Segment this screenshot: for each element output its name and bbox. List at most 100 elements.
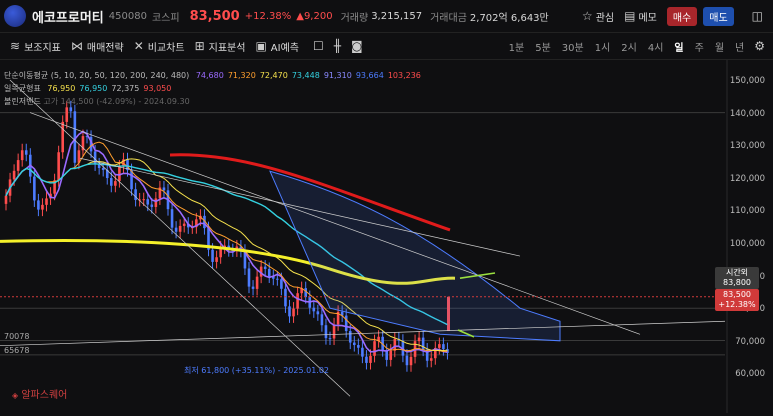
brand-name: 알파스퀘어 xyxy=(21,390,68,401)
candlestick-icon: ╫ xyxy=(333,39,341,53)
ma-value-2: 72,470 xyxy=(259,71,288,80)
gear-icon: ⚙ xyxy=(754,39,765,53)
sell-button[interactable]: 매도 xyxy=(703,6,734,26)
strategy-button[interactable]: ⋈ 매매전략 xyxy=(71,39,124,54)
level-line-2-label: 65678 xyxy=(4,346,30,355)
period-tab-3[interactable]: 1시 xyxy=(595,39,611,54)
bollinger-legend[interactable]: 볼린저밴드 고가 144,500 (-42.09%) - 2024.09.30 xyxy=(4,96,190,107)
indicator-button[interactable]: ≋ 보조지표 xyxy=(10,39,61,54)
price-tag: 83,500 +12.38% xyxy=(715,289,759,311)
ai-label: AI예측 xyxy=(270,42,299,54)
strategy-label: 매매전략 xyxy=(86,42,124,54)
price-axis-tick: 110,000 xyxy=(729,206,765,217)
candle-type-tool[interactable]: ╫ xyxy=(334,39,341,53)
low-price-note: 최저 61,800 (+35.11%) - 2025.01.02 xyxy=(184,366,330,375)
candle-body xyxy=(263,266,267,269)
candle-body xyxy=(20,150,24,161)
price-axis-tick: 130,000 xyxy=(729,141,765,152)
ma-legend[interactable]: 단순이동평균 (5, 10, 20, 50, 120, 200, 240, 48… xyxy=(4,70,421,81)
ma-value-1: 71,320 xyxy=(227,71,256,80)
indicator-label: 보조지표 xyxy=(24,42,61,54)
candle-body xyxy=(417,337,421,342)
sidebar-icon: ◫ xyxy=(751,9,763,23)
candle-body xyxy=(33,176,36,201)
period-tab-1[interactable]: 5분 xyxy=(535,39,551,54)
screenshot-tool[interactable]: ◙ xyxy=(351,39,363,53)
camera-icon: ◙ xyxy=(350,39,363,53)
candle-body xyxy=(316,311,320,315)
ichimoku-value-3: 93,050 xyxy=(143,84,172,93)
candle-body xyxy=(247,268,251,287)
checkbox-tool[interactable]: ☐ xyxy=(313,39,324,53)
level-line-1-label: 70078 xyxy=(4,332,30,341)
buy-button[interactable]: 매수 xyxy=(666,6,698,26)
candle-body xyxy=(24,150,28,155)
market-name: 코스피 xyxy=(151,12,180,24)
ichimoku-legend[interactable]: 일목균형표 76,950 76,950 72,375 93,050 xyxy=(4,83,171,94)
after-hours-label: 시간외 xyxy=(725,268,749,277)
ma-value-6: 103,236 xyxy=(387,71,421,80)
candle-body xyxy=(170,209,174,228)
candle-body xyxy=(292,308,295,317)
candle-body xyxy=(320,314,324,326)
period-tab-2[interactable]: 30분 xyxy=(562,39,584,54)
candle-body xyxy=(255,276,259,289)
candle-body xyxy=(284,288,287,307)
candle-body xyxy=(57,152,60,181)
candle-body xyxy=(373,341,376,356)
candle-body xyxy=(110,178,113,186)
watch-button[interactable]: ☆ 관심 xyxy=(582,9,614,24)
price-axis-tick: 150,000 xyxy=(729,76,765,86)
candle-body xyxy=(296,293,299,309)
candle-body xyxy=(114,181,117,186)
candle-body xyxy=(280,279,283,289)
candle-body xyxy=(409,356,413,366)
candle-body xyxy=(332,324,336,339)
analysis-button[interactable]: ⊞ 지표분석 xyxy=(195,39,246,54)
bollinger-legend-label: 볼린저밴드 xyxy=(4,97,41,106)
ichimoku-value-0: 76,950 xyxy=(47,84,76,93)
chart-canvas[interactable] xyxy=(0,60,773,413)
ma-value-0: 74,680 xyxy=(195,71,224,80)
compare-button[interactable]: ✕ 비교차트 xyxy=(134,39,185,54)
stock-name[interactable]: 에코프로머티 xyxy=(32,7,104,26)
period-tab-5[interactable]: 4시 xyxy=(648,39,664,54)
panel-toggle-button[interactable]: ◫ xyxy=(752,9,763,23)
brand-watermark: ◈ 알파스퀘어 xyxy=(12,386,67,401)
candle-body xyxy=(267,268,271,277)
candle-body xyxy=(365,356,368,363)
star-icon: ☆ xyxy=(581,9,593,23)
amount-value: 2,702억 6,643만 xyxy=(469,12,549,24)
period-tab-6[interactable]: 일 xyxy=(674,39,683,54)
period-tab-0[interactable]: 1분 xyxy=(509,39,525,54)
period-tab-8[interactable]: 월 xyxy=(715,39,724,54)
stock-logo xyxy=(4,5,26,27)
candle-body xyxy=(41,204,44,210)
price-tag-pct: +12.38% xyxy=(718,300,756,309)
period-tab-4[interactable]: 2시 xyxy=(621,39,637,54)
candle-body xyxy=(369,355,372,363)
period-tab-7[interactable]: 주 xyxy=(695,39,704,54)
candle-body xyxy=(162,187,166,191)
candle-body xyxy=(16,160,20,171)
ai-forecast-button[interactable]: ▣ AI예측 xyxy=(255,39,299,54)
period-tab-9[interactable]: 년 xyxy=(735,39,744,54)
analysis-label: 지표분석 xyxy=(208,42,246,54)
current-price: 83,500 xyxy=(189,8,240,24)
candle-body xyxy=(150,204,154,207)
price-axis-tick: 120,000 xyxy=(729,173,765,184)
price-axis-tick: 60,000 xyxy=(735,369,765,380)
settings-button[interactable]: ⚙ xyxy=(754,39,765,53)
memo-label: 메모 xyxy=(638,12,657,24)
chart-toolbar: ≋ 보조지표 ⋈ 매매전략 ✕ 비교차트 ⊞ 지표분석 ▣ AI예측 ☐ ╫ ◙ 1분 5분… xyxy=(0,33,773,60)
price-tag-value: 83,500 xyxy=(723,290,751,299)
memo-button[interactable]: ▤ 메모 xyxy=(624,9,657,24)
candle-body xyxy=(134,189,137,200)
stock-code: 450080 xyxy=(108,10,147,22)
analysis-icon: ⊞ xyxy=(194,39,205,53)
candle-body xyxy=(276,278,279,280)
candle-body xyxy=(211,249,214,262)
candle-body xyxy=(154,198,158,207)
price-chart[interactable]: 단순이동평균 (5, 10, 20, 50, 120, 200, 240, 48… xyxy=(0,60,773,413)
after-hours-price: 83,800 xyxy=(723,278,751,287)
